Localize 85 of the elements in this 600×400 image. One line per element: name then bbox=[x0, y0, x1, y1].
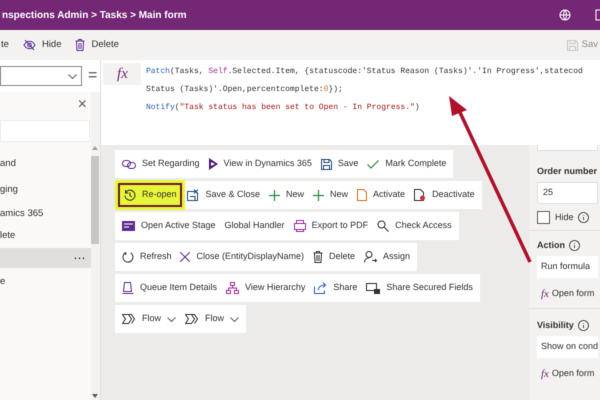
command-button[interactable]: Close (EntityDisplayName) bbox=[176, 245, 308, 269]
toolbar-button[interactable]: te bbox=[1, 38, 9, 52]
globe-icon[interactable] bbox=[559, 9, 571, 21]
breadcrumb-title: nspections Admin > Tasks > Main form bbox=[2, 8, 186, 22]
trash-icon bbox=[75, 39, 86, 51]
document-icon bbox=[357, 189, 368, 201]
info-icon[interactable] bbox=[568, 240, 580, 252]
command-button[interactable]: Assign bbox=[360, 245, 414, 269]
command-button[interactable]: Check Access bbox=[373, 214, 456, 238]
command-button[interactable]: Deactivate bbox=[410, 183, 479, 207]
field-label: Order number bbox=[536, 165, 598, 178]
checkbox-label: Hide bbox=[554, 210, 574, 224]
trash-icon bbox=[313, 251, 323, 263]
flow-icon bbox=[122, 314, 136, 324]
field-label: Action bbox=[536, 239, 565, 252]
equals-sign: = bbox=[88, 68, 98, 84]
share-icon bbox=[314, 282, 328, 294]
tree-item[interactable]: e bbox=[0, 268, 91, 296]
command-button[interactable]: Save & Close bbox=[183, 183, 264, 207]
plus-icon bbox=[313, 190, 324, 200]
save-icon bbox=[320, 158, 332, 170]
action-dropdown[interactable]: Run formula bbox=[536, 256, 598, 278]
magnifier-icon bbox=[377, 220, 390, 232]
document-blocked-icon bbox=[414, 189, 426, 201]
command-button[interactable]: Open Active Stage bbox=[118, 214, 220, 238]
command-button[interactable]: Global Handler bbox=[220, 214, 289, 238]
close-icon bbox=[180, 252, 190, 262]
chevron-down-icon bbox=[166, 316, 176, 322]
scroll-down-icon[interactable] bbox=[92, 394, 98, 398]
save-icon bbox=[566, 40, 578, 50]
tree-item[interactable]: ⋯ bbox=[0, 248, 91, 268]
command-button[interactable]: Refresh bbox=[118, 245, 176, 269]
play-logo-icon bbox=[208, 158, 218, 170]
command-button[interactable]: New bbox=[309, 183, 352, 207]
command-button[interactable]: Share bbox=[310, 276, 362, 300]
chevron-down-icon bbox=[68, 74, 77, 78]
flow-dropdown[interactable]: Flow bbox=[180, 307, 243, 331]
field-label: Visibility bbox=[536, 319, 574, 332]
plus-icon bbox=[269, 190, 280, 200]
command-button[interactable]: Set Regarding bbox=[118, 152, 204, 176]
open-formula-link[interactable]: Open form bbox=[552, 367, 594, 380]
checkmark-icon bbox=[367, 160, 380, 168]
save-close-icon bbox=[187, 189, 200, 201]
command-button[interactable]: Activate bbox=[353, 183, 410, 207]
chevron-down-icon bbox=[230, 316, 239, 322]
command-button[interactable]: View in Dynamics 365 bbox=[204, 152, 316, 176]
command-button[interactable]: Queue Item Details bbox=[118, 276, 221, 300]
refresh-icon bbox=[122, 251, 134, 263]
scrollbar[interactable] bbox=[90, 92, 100, 400]
hide-checkbox[interactable] bbox=[536, 210, 550, 224]
close-button[interactable]: × bbox=[78, 97, 87, 113]
visibility-dropdown[interactable]: Show on cond bbox=[536, 336, 598, 358]
tree-item[interactable]: lete bbox=[0, 224, 91, 248]
info-icon[interactable] bbox=[578, 320, 589, 332]
fx-icon: fx bbox=[540, 286, 549, 302]
eye-slash-icon bbox=[22, 40, 36, 50]
fx-button[interactable]: fx bbox=[103, 63, 142, 85]
fx-icon: fx bbox=[540, 366, 549, 382]
tree-item[interactable]: and bbox=[0, 152, 91, 176]
flow-dropdown[interactable]: Flow bbox=[118, 307, 180, 331]
tree-item[interactable]: ging bbox=[0, 176, 91, 204]
command-button[interactable]: Save bbox=[316, 152, 362, 176]
command-button[interactable]: Delete bbox=[309, 245, 360, 269]
toolbar-button[interactable]: Delete bbox=[75, 38, 119, 52]
scrollbar-thumb[interactable] bbox=[91, 156, 100, 244]
property-dropdown[interactable] bbox=[0, 66, 82, 86]
command-button[interactable]: Mark Complete bbox=[363, 152, 450, 176]
tree-item[interactable]: amics 365 bbox=[0, 204, 91, 224]
command-button[interactable]: Re-open bbox=[118, 183, 182, 207]
person-arrow-icon bbox=[364, 251, 378, 263]
text-input[interactable] bbox=[536, 145, 598, 151]
flow-icon bbox=[184, 314, 199, 324]
frame-icon[interactable] bbox=[595, 9, 600, 21]
formula-code[interactable]: Patch(Tasks, Self.Selected.Item, {statuscode:'Status Reason (Tasks)'.'In Progress',statecod Status (Tasks)'.Open,percentcomplete:0}); Notify("Task status has been set to Open - In Progress.") bbox=[144, 60, 600, 145]
open-formula-link[interactable]: Open form bbox=[552, 287, 594, 300]
command-button[interactable]: New bbox=[265, 183, 308, 207]
clock-icon bbox=[124, 189, 136, 201]
order-number-input[interactable]: 25 bbox=[536, 182, 598, 204]
hierarchy-icon bbox=[226, 282, 239, 294]
link-icon bbox=[122, 160, 136, 168]
command-button[interactable]: View Hierarchy bbox=[222, 276, 310, 300]
command-button[interactable]: Share Secured Fields bbox=[362, 276, 477, 300]
info-icon[interactable] bbox=[578, 212, 590, 223]
command-button[interactable]: Export to PDF bbox=[290, 214, 372, 238]
toolbar-button[interactable]: Hide bbox=[22, 38, 62, 52]
